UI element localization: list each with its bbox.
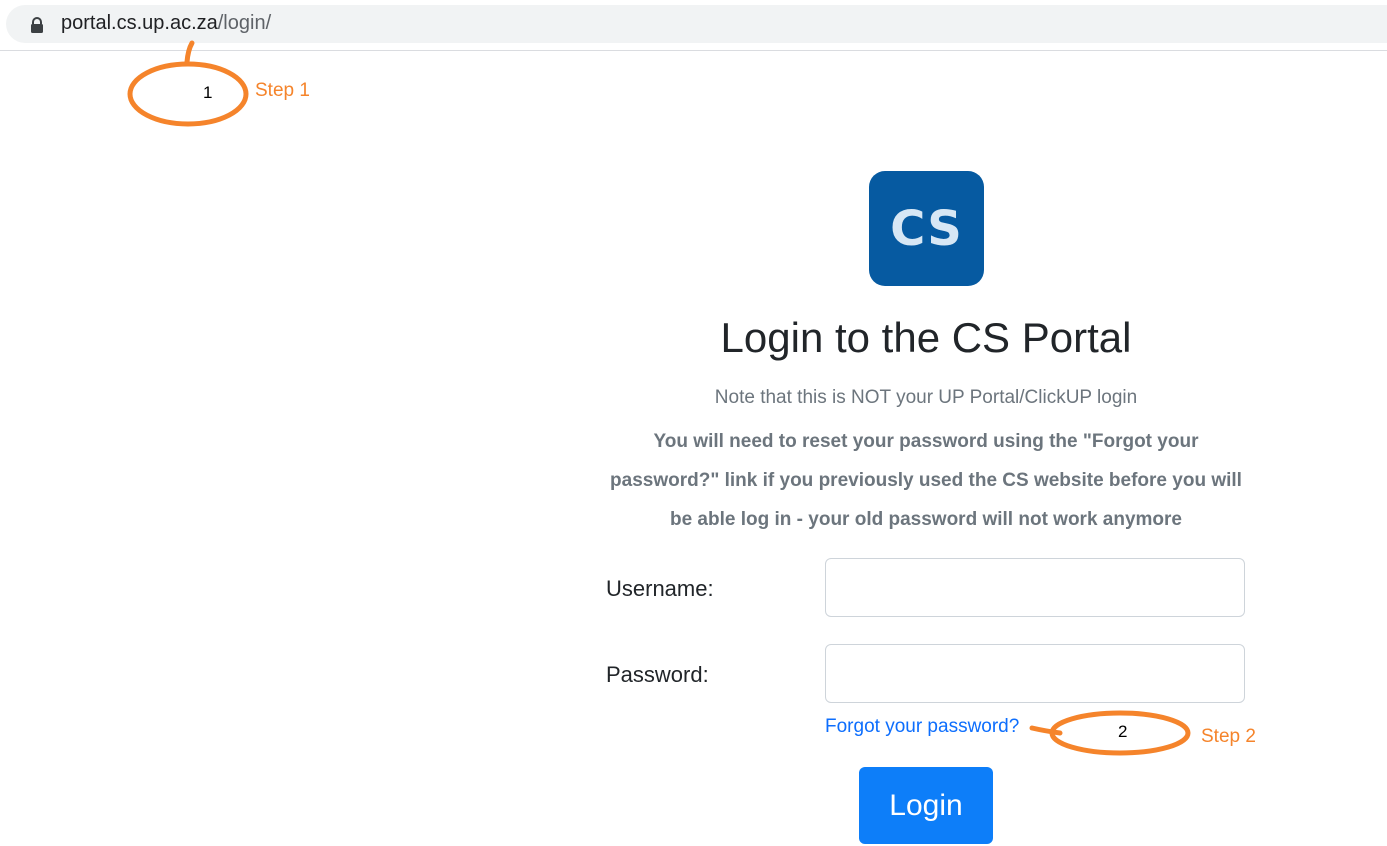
password-input[interactable] — [825, 644, 1245, 703]
url-domain: portal.cs.up.ac.za — [61, 12, 218, 34]
toolbar-divider — [0, 50, 1387, 51]
step2-number: 2 — [1118, 722, 1128, 741]
username-input[interactable] — [825, 558, 1245, 617]
step2-label: Step 2 — [1201, 726, 1256, 747]
step2-connector — [1029, 725, 1063, 736]
address-bar[interactable]: portal.cs.up.ac.za/login/ — [6, 5, 1387, 43]
login-button[interactable]: Login — [859, 767, 993, 844]
password-reset-warning: You will need to reset your password usi… — [610, 431, 1242, 530]
url-text[interactable]: portal.cs.up.ac.za/login/ — [61, 12, 271, 35]
cs-logo: CS — [869, 171, 984, 286]
step1-circle — [127, 61, 249, 127]
url-path: /login/ — [217, 12, 272, 34]
cs-logo-text: CS — [890, 200, 963, 257]
page-title: Login to the CS Portal — [720, 314, 1132, 361]
step1-label: Step 1 — [255, 80, 310, 101]
login-note: Note that this is NOT your UP Portal/Cli… — [714, 387, 1138, 408]
step1-connector — [184, 40, 195, 65]
forgot-password-link[interactable]: Forgot your password? — [825, 716, 1019, 738]
password-label: Password: — [606, 662, 709, 687]
step1-number: 1 — [203, 83, 213, 102]
username-label: Username: — [606, 576, 714, 601]
lock-icon — [31, 17, 43, 33]
